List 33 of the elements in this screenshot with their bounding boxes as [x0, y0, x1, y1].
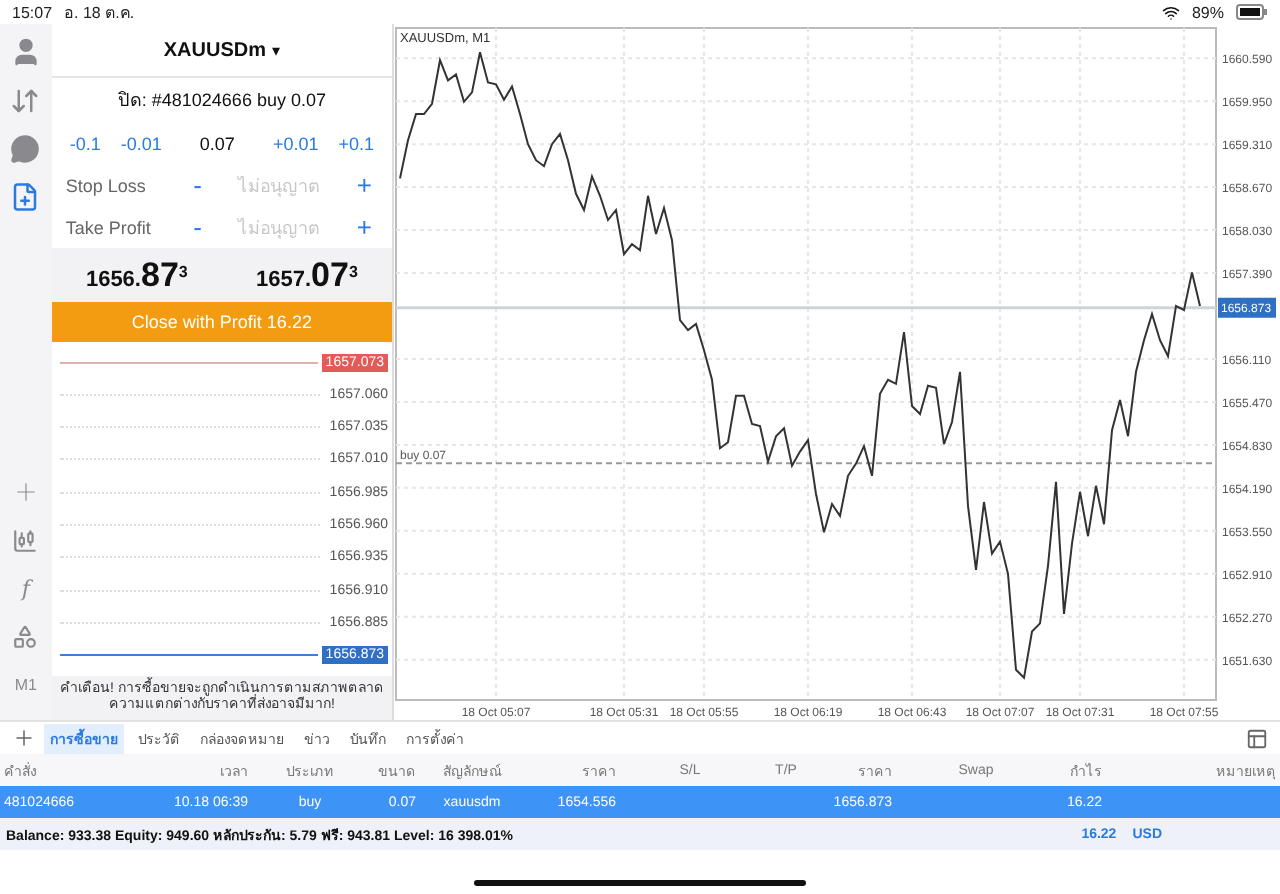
chat-icon[interactable]	[10, 133, 41, 163]
candlestick-icon[interactable]	[12, 527, 39, 553]
crosshair-icon[interactable]	[11, 478, 40, 506]
dropdown-caret[interactable]: ▾	[272, 41, 280, 59]
wifi-icon	[1161, 3, 1180, 21]
battery-icon	[1236, 4, 1268, 20]
battery-percent: 89%	[1191, 3, 1224, 21]
minus-button[interactable]: -	[187, 214, 208, 240]
document-plus-icon[interactable]	[10, 181, 41, 211]
add-icon[interactable]	[12, 726, 36, 750]
shapes-icon[interactable]	[12, 623, 39, 649]
timeframe-button[interactable]: M1	[14, 664, 37, 704]
clock-time: 15:07	[12, 3, 53, 21]
layout-icon[interactable]	[1246, 727, 1268, 749]
volume-step-button[interactable]: -0.1	[65, 133, 105, 153]
position-label: ปิด: #481024666 buy 0.07	[117, 88, 326, 114]
minus-button[interactable]: -	[187, 172, 208, 198]
plus-button[interactable]: +	[350, 214, 378, 240]
volume-step-button[interactable]: +0.01	[268, 133, 323, 153]
function-button[interactable]: f	[21, 568, 30, 608]
ask-price: 1657.07$^{3}$	[256, 255, 358, 295]
bid-price: 1656.87$^{3}$	[85, 255, 188, 295]
volume-step-button[interactable]: +0.1	[334, 133, 378, 153]
stop-label: Take Profit	[65, 217, 153, 237]
date-label: อ. 18 ต.ค.	[64, 1, 135, 25]
stop-label: Stop Loss	[65, 175, 148, 195]
symbol-title[interactable]: XAUUSDm	[163, 39, 266, 61]
arrows-icon[interactable]	[10, 85, 41, 115]
volume-step-button[interactable]: -0.01	[116, 133, 166, 153]
volume-value[interactable]: 0.07	[199, 133, 235, 153]
close-position-button[interactable]: Close with Profit 16.22	[51, 302, 392, 342]
plus-button[interactable]: +	[350, 172, 378, 198]
person-icon[interactable]	[9, 36, 42, 68]
